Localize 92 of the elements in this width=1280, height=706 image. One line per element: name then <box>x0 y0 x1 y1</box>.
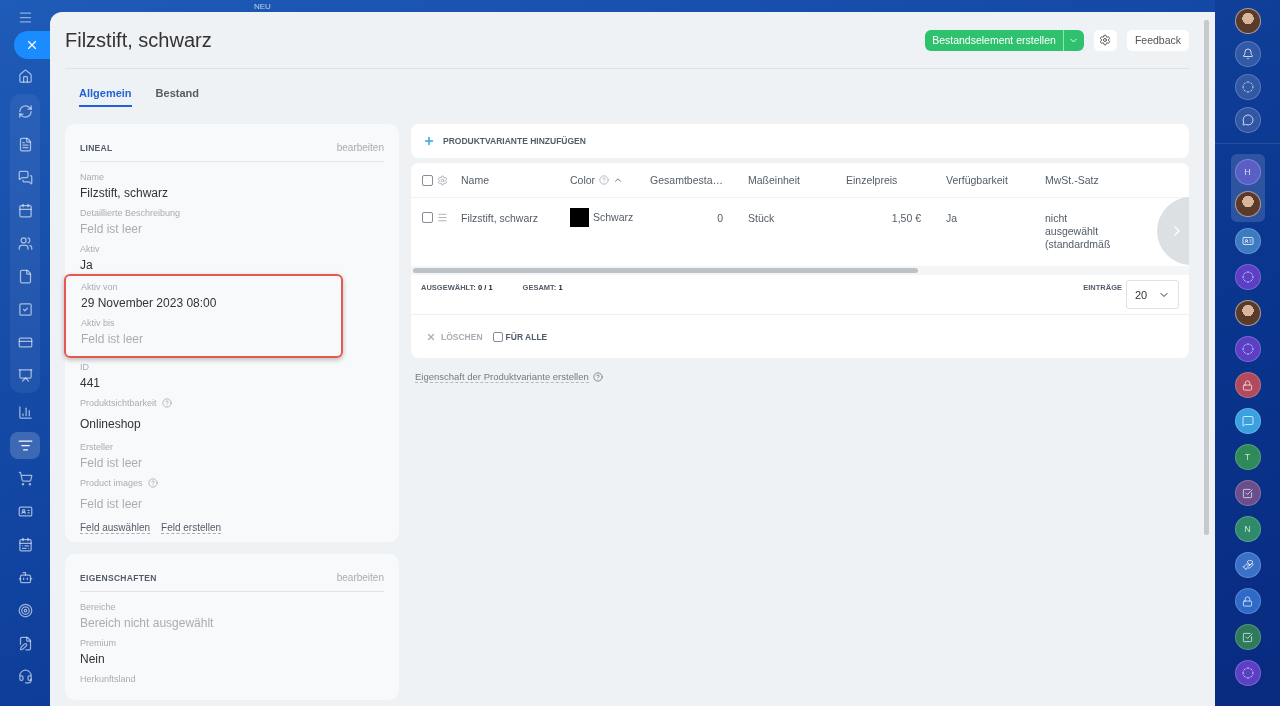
id-card-icon <box>1241 235 1254 247</box>
add-variant-button[interactable]: PRODUKTVARIANTE HINZUFÜGEN <box>411 124 1189 158</box>
lock-icon <box>1242 379 1253 391</box>
column-header[interactable]: MwSt.-Satz <box>1045 174 1099 186</box>
sort-icon[interactable] <box>613 175 624 185</box>
checkbox-icon <box>1242 631 1253 643</box>
field-value: Feld ist leer <box>80 456 144 470</box>
menu-icon[interactable] <box>17 10 33 25</box>
entries-select[interactable]: 20 <box>1126 280 1179 309</box>
table-cell: Stück <box>748 212 775 225</box>
tab[interactable]: Allgemein <box>79 85 132 107</box>
card-title: EIGENSCHAFTEN <box>80 572 157 583</box>
help-icon[interactable] <box>592 372 603 382</box>
column-header[interactable]: Einzelpreis <box>846 174 898 186</box>
field-value: Feld ist leer <box>80 222 144 236</box>
table-cell: nicht ausgewählt (standardmäß <box>1045 212 1111 251</box>
field-value: Feld ist leer <box>81 332 145 346</box>
avatar[interactable] <box>1234 8 1261 34</box>
field-value: Onlineshop <box>80 417 142 431</box>
field-value: Nein <box>80 652 106 666</box>
chat-avatar[interactable] <box>1234 480 1261 506</box>
chat-avatar[interactable] <box>1234 624 1261 650</box>
field-label: Herkunftsland <box>80 674 136 684</box>
chat-avatar[interactable] <box>1234 552 1261 578</box>
field-label: Aktiv bis <box>81 318 115 328</box>
scrollbar-thumb[interactable] <box>413 268 918 273</box>
avatar[interactable] <box>1234 191 1261 217</box>
table-cell: Schwarz <box>593 211 634 224</box>
checkbox[interactable] <box>492 331 503 342</box>
field-label: Detaillierte Beschreibung <box>80 208 181 218</box>
field-link[interactable]: Feld erstellen <box>161 522 222 534</box>
chat-avatar[interactable] <box>1234 408 1261 434</box>
chat-icon <box>1241 415 1254 427</box>
field-label: Premium <box>80 638 116 648</box>
new-label: NEU <box>254 2 271 11</box>
field-value: Feld ist leer <box>80 497 144 511</box>
chat-avatar[interactable] <box>1234 660 1261 686</box>
field-label: Aktiv von <box>81 282 118 292</box>
column-header[interactable]: Name <box>461 174 489 186</box>
field-label: Ersteller <box>80 442 113 452</box>
settings-icon[interactable] <box>437 174 448 186</box>
field-label: Aktiv <box>80 244 100 254</box>
field-value: 29 November 2023 08:00 <box>81 296 218 310</box>
field-label: ID <box>80 362 89 372</box>
chat-avatar[interactable] <box>1234 107 1261 133</box>
chat-avatar[interactable] <box>1234 588 1261 614</box>
scrollbar[interactable] <box>1204 20 1209 535</box>
field-label: Product images <box>80 478 143 488</box>
column-header[interactable]: Color <box>570 174 596 186</box>
chat-avatar[interactable]: H <box>1234 159 1261 185</box>
close-icon <box>426 331 436 342</box>
feedback-button[interactable]: Feedback <box>1126 29 1189 51</box>
chat-avatar[interactable] <box>1234 372 1261 398</box>
field-value: Bereich nicht ausgewählt <box>80 616 215 630</box>
field-label: Bereiche <box>80 602 116 612</box>
settings-button[interactable] <box>1093 29 1117 51</box>
checkbox[interactable] <box>422 174 433 186</box>
bell-icon <box>1241 48 1254 60</box>
column-header[interactable]: Gesamtbesta… <box>650 174 723 186</box>
close-button[interactable] <box>14 31 50 59</box>
table-cell-text: 1,50 € <box>890 212 922 225</box>
close-icon <box>25 38 39 52</box>
chat-icon <box>1241 114 1254 126</box>
home-icon[interactable] <box>17 69 33 84</box>
field-label: Name <box>80 172 104 182</box>
field-link[interactable]: Feld auswählen <box>80 522 151 534</box>
lock-icon <box>1242 595 1253 607</box>
table-cell: Ja <box>946 212 958 225</box>
plus-icon <box>423 135 435 147</box>
table-cell: Filzstift, schwarz <box>461 212 538 225</box>
tab[interactable]: Bestand <box>155 85 199 107</box>
field-value: Filzstift, schwarz <box>80 186 169 200</box>
checkbox-icon <box>1242 487 1253 499</box>
filter-icon[interactable] <box>10 432 40 459</box>
chat-avatar[interactable] <box>1234 228 1261 254</box>
card-title: LINEAL <box>80 142 113 153</box>
page-title: Filzstift, schwarz <box>65 28 213 52</box>
avatar[interactable] <box>1234 300 1261 326</box>
column-header[interactable]: Verfügbarkeit <box>946 174 1008 186</box>
drag-handle-icon[interactable] <box>437 212 448 223</box>
chat-avatar[interactable] <box>1234 264 1261 290</box>
field-label: Produktsichtbarkeit <box>80 398 157 408</box>
checkbox-label: FÜR ALLE <box>505 331 548 342</box>
field-value: 441 <box>80 376 102 390</box>
column-header[interactable]: Maßeinheit <box>748 174 800 186</box>
gear-icon <box>1099 34 1112 46</box>
checkbox[interactable] <box>422 212 433 223</box>
chat-avatar[interactable] <box>1234 41 1261 67</box>
table-cell-text: 0 <box>716 212 724 225</box>
create-property-link[interactable]: Eigenschaft der Produktvariante erstellen <box>415 371 589 383</box>
chat-avatar[interactable] <box>1234 336 1261 362</box>
field-value: Ja <box>80 258 94 272</box>
